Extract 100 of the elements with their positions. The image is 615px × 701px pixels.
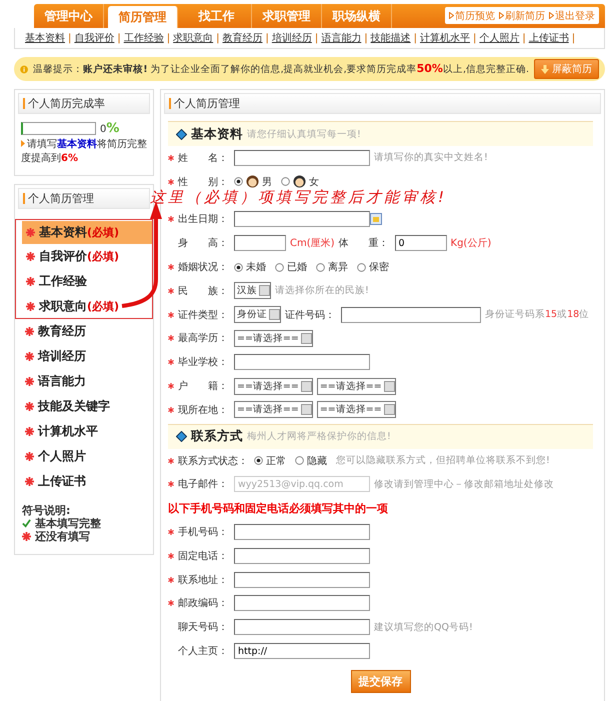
dropdown[interactable]: ==请选择==: [234, 378, 313, 395]
menu-item[interactable]: 培训经历: [21, 345, 153, 368]
option-label: 已婚: [287, 261, 307, 274]
input-field[interactable]: [341, 306, 481, 323]
panel-title: 个人简历管理: [28, 191, 94, 206]
subnav-link[interactable]: 基本资料: [25, 31, 65, 45]
separator: |: [364, 32, 368, 44]
menu-item[interactable]: 个人照片: [21, 445, 153, 468]
option-label: 男: [262, 176, 272, 189]
field-label: 体 重：: [338, 236, 390, 250]
field-label: 户 籍：: [178, 380, 229, 394]
input-field[interactable]: [234, 595, 370, 612]
subnav-link[interactable]: 求职意向: [173, 31, 214, 45]
subnav-link[interactable]: 自我评价: [74, 31, 114, 45]
subnav-link[interactable]: 计算机水平: [420, 31, 470, 45]
input-field[interactable]: [234, 548, 370, 564]
form-note: 以下手机号码和固定电话必须填写其中的一项: [168, 500, 388, 516]
dropdown[interactable]: ==请选择==: [234, 401, 313, 418]
radio-button[interactable]: [295, 456, 304, 466]
down-arrow-icon: [541, 64, 549, 74]
separator: |: [216, 32, 220, 44]
dropdown[interactable]: 汉族: [234, 282, 271, 300]
subnav-link[interactable]: 技能描述: [370, 31, 411, 45]
menu-item[interactable]: 工作经验: [22, 270, 152, 293]
radio-button[interactable]: [316, 262, 325, 272]
field-label: 婚姻状况：: [178, 260, 229, 274]
dropdown[interactable]: ==请选择==: [316, 378, 396, 395]
field-label: 身 高：: [178, 236, 229, 250]
section-title: 基本资料: [191, 126, 243, 142]
dropdown[interactable]: ==请选择==: [316, 401, 396, 418]
radio-button[interactable]: [234, 262, 243, 272]
input-field[interactable]: [234, 619, 370, 636]
menu-item[interactable]: 上传证书: [21, 470, 153, 493]
separator: |: [314, 32, 318, 44]
field-hint: 请选择你所在的民族!: [275, 284, 369, 298]
separator: |: [68, 32, 72, 44]
legend-title: 符号说明:: [22, 504, 72, 517]
field-label: 个人主页：: [178, 644, 229, 658]
panel-title: 个人简历管理: [174, 96, 240, 111]
asterisk-icon: [25, 327, 34, 336]
field-label: 出生日期：: [178, 212, 229, 226]
date-field[interactable]: [234, 211, 370, 228]
unit-label: Cm(厘米): [290, 236, 335, 250]
dropdown[interactable]: ==请选择==: [234, 330, 313, 347]
radio-button[interactable]: [357, 262, 366, 272]
annotation-text: 这里（必填）项填写完整后才能审核!: [150, 189, 448, 205]
field-label: 性 别：: [178, 176, 229, 189]
menu-item[interactable]: 基本资料(必填): [22, 220, 152, 244]
field-label: 毕业学校：: [178, 356, 229, 370]
radio-button[interactable]: [234, 177, 243, 186]
separator: |: [166, 32, 170, 44]
dropdown[interactable]: 身份证: [234, 306, 281, 324]
menu-item[interactable]: 计算机水平: [21, 420, 153, 443]
menu-item[interactable]: 教育经历: [21, 320, 153, 343]
input-field[interactable]: [234, 354, 370, 370]
input-field[interactable]: [234, 572, 370, 588]
field-label: 电子邮件：: [178, 478, 229, 492]
asterisk-icon: [25, 477, 34, 486]
section-title: 联系方式: [191, 428, 243, 446]
menu-item[interactable]: 技能及关键字: [21, 395, 153, 418]
diamond-icon: [176, 431, 187, 442]
subnav-link[interactable]: 个人照片: [479, 31, 520, 45]
radio-button[interactable]: [275, 262, 284, 272]
separator: |: [117, 32, 121, 44]
option-label: 未婚: [246, 260, 266, 274]
triangle-icon: [449, 12, 454, 19]
subnav-link[interactable]: 工作经验: [124, 31, 164, 45]
avatar-icon: [246, 175, 259, 188]
field-hint: 身份证号码系15或18位: [485, 308, 590, 322]
field-label: 手机号码：: [178, 526, 229, 540]
subnav-link[interactable]: 上传证书: [528, 31, 569, 45]
radio-button[interactable]: [281, 177, 290, 186]
section-hint: 请您仔细认真填写每一项!: [247, 128, 361, 140]
option-label: 保密: [369, 260, 389, 274]
asterisk-icon: [26, 302, 35, 310]
separator: |: [266, 32, 269, 44]
triangle-icon: [549, 12, 554, 19]
asterisk-icon: [25, 452, 34, 461]
notice-text: 温馨提示：账户还未审核! 为了让企业全面了解你的信息,提高就业机会,要求简历完成率50%以上,信息完整正确.: [33, 62, 529, 76]
field-hint: 修改请到管理中心－修改邮箱地址处修改: [374, 478, 554, 491]
menu-item[interactable]: 语言能力: [21, 370, 153, 393]
subnav-link[interactable]: 培训经历: [272, 31, 312, 45]
avatar-icon: [293, 175, 306, 188]
option-label: 正常: [266, 454, 286, 468]
subnav-link[interactable]: 教育经历: [222, 31, 262, 45]
menu-item[interactable]: 自我评价(必填): [22, 245, 152, 268]
subnav-link[interactable]: 语言能力: [321, 31, 362, 45]
input-field[interactable]: http://: [234, 643, 370, 660]
radio-button[interactable]: [254, 456, 263, 466]
asterisk-icon: [25, 377, 34, 386]
field-label: 最高学历：: [178, 332, 229, 346]
input-field[interactable]: [234, 150, 370, 166]
separator: |: [414, 32, 417, 44]
input-field[interactable]: [234, 524, 370, 540]
input-field[interactable]: [234, 235, 286, 252]
field-label: 固定电话：: [178, 550, 229, 563]
field-label: 姓 名：: [178, 152, 229, 165]
input-field[interactable]: 0: [394, 235, 447, 252]
field-label: 联系方式状态：: [178, 454, 249, 468]
calendar-icon[interactable]: [370, 213, 382, 226]
